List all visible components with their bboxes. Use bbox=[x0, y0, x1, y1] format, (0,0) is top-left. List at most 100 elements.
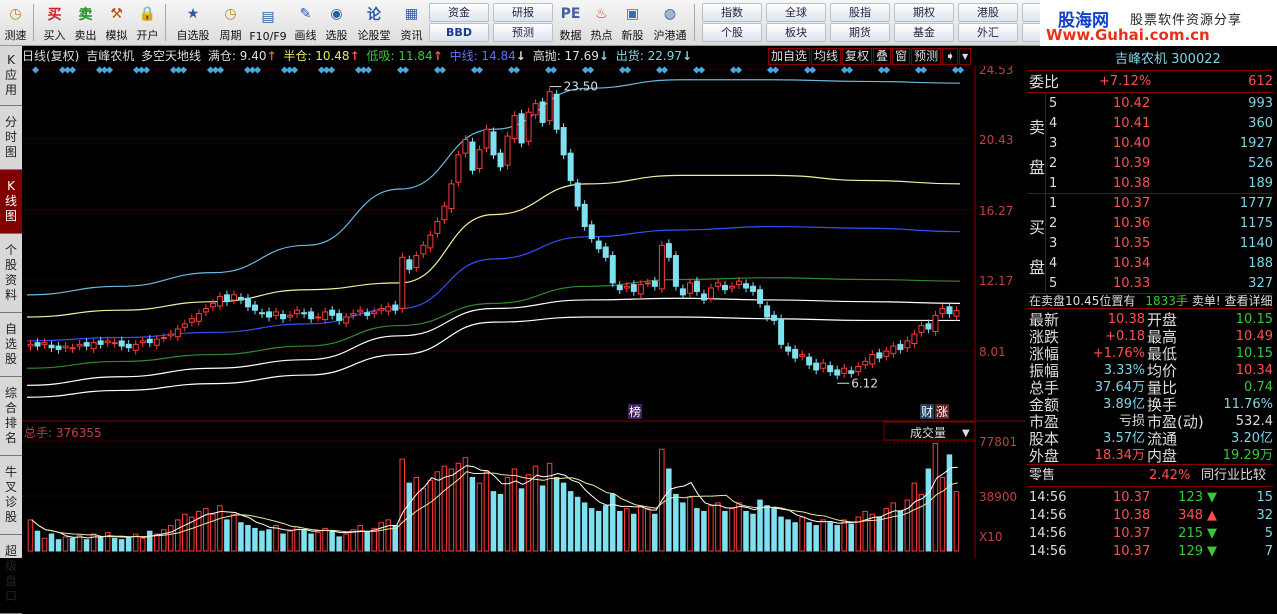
indicator-line-5 bbox=[26, 316, 960, 398]
candle bbox=[567, 148, 574, 185]
volume-bar bbox=[476, 482, 483, 552]
candle bbox=[757, 285, 764, 308]
volume-bar bbox=[287, 530, 293, 552]
toolbar-small-button[interactable]: 资金 bbox=[429, 2, 489, 22]
toolbar-button-11[interactable]: ▦ 资讯 bbox=[396, 0, 427, 45]
candle bbox=[665, 239, 672, 262]
chart-button-6[interactable]: ➧ bbox=[942, 48, 959, 65]
sidebar-tab-4[interactable]: 自选股 bbox=[0, 313, 22, 377]
volume-bar bbox=[673, 493, 679, 552]
chart-button-1[interactable]: 均线 bbox=[811, 48, 842, 65]
market-button[interactable]: 期货 bbox=[830, 23, 890, 43]
market-button[interactable]: 全球 bbox=[766, 2, 826, 22]
total-volume-label: 总手: 376355 bbox=[24, 426, 102, 440]
toolbar-small-button[interactable]: BBD bbox=[429, 23, 489, 43]
toolbar-button-0[interactable]: ◷ 测速 bbox=[0, 0, 31, 45]
arrow-down-icon: ↓ bbox=[515, 49, 526, 63]
exit-line: 出货: 22.97↓ bbox=[616, 49, 692, 63]
candle bbox=[932, 311, 939, 336]
arrow-up-icon: ↑ bbox=[432, 49, 443, 63]
chart-button-0[interactable]: 加自选 bbox=[768, 48, 811, 65]
toolbar-button-6[interactable]: ◷ 周期 bbox=[215, 0, 246, 45]
candle bbox=[441, 201, 448, 224]
candle bbox=[76, 340, 83, 351]
candle bbox=[729, 282, 736, 293]
toolbar-button-b0[interactable]: PE 数据 bbox=[555, 0, 586, 45]
sidebar-tab-5[interactable]: 综合排名 bbox=[0, 377, 22, 456]
sidebar-tab-7[interactable]: 超级盘口 bbox=[0, 535, 22, 614]
sidebar-tab-1[interactable]: 分时图 bbox=[0, 106, 22, 170]
toolbar-button-b3[interactable]: ◍ 沪港通 bbox=[648, 0, 692, 45]
toolbar-button-9[interactable]: ◉ 选股 bbox=[321, 0, 352, 45]
toolbar-label: 沪港通 bbox=[653, 29, 687, 42]
toolbar-button-4[interactable]: 🔒 开户 bbox=[132, 0, 163, 45]
volume-bar bbox=[231, 513, 237, 552]
volume-bar bbox=[953, 491, 960, 552]
market-button[interactable]: 板块 bbox=[766, 23, 826, 43]
candle bbox=[721, 281, 728, 294]
stock-title: 吉峰农机 300022 bbox=[1115, 52, 1221, 67]
volume-bar bbox=[125, 536, 132, 552]
sell-level-row-cell: 526 bbox=[1248, 156, 1273, 171]
toolbar-button-2[interactable]: 卖卖出 bbox=[70, 0, 101, 45]
sidebar-tab-0[interactable]: K应用 bbox=[0, 46, 22, 106]
candle bbox=[792, 345, 799, 363]
candle bbox=[883, 346, 890, 361]
candle bbox=[672, 251, 679, 291]
candle bbox=[413, 251, 420, 272]
chart-button-2[interactable]: 复权 bbox=[842, 48, 873, 65]
notice-link[interactable]: 卖单! 查看详细 bbox=[1192, 294, 1273, 308]
toolbar-button-b1[interactable]: ♨ 热点 bbox=[586, 0, 617, 45]
buy-level-row-cell: 1175 bbox=[1239, 216, 1273, 231]
sell-level-row-cell: 10.38 bbox=[1113, 176, 1151, 191]
toolbar-button-5[interactable]: ★ 自选股 bbox=[171, 0, 215, 45]
sidebar: K应用 分时图 K线图 个股资料 自选股 综合排名 牛叉诊股超级盘口 bbox=[0, 46, 22, 614]
indicator-line-2 bbox=[26, 225, 961, 342]
buy-level-row-cell: 5 bbox=[1049, 276, 1058, 291]
market-button[interactable]: 港股 bbox=[958, 2, 1018, 22]
toolbar-button-1[interactable]: 买买入 bbox=[39, 0, 70, 45]
signal-diamond bbox=[133, 66, 141, 74]
sidebar-tab-2[interactable]: K线图 bbox=[0, 170, 22, 234]
buy-level-row-cell: 2 bbox=[1049, 216, 1058, 231]
toolbar-button-3[interactable]: ⚒ 模拟 bbox=[101, 0, 132, 45]
market-button[interactable]: 个股 bbox=[702, 23, 762, 43]
kline-chart[interactable]: 24.53 20.43 16.27 12.17 8.01 23.50 6.12 榜 财涨成交量 ▼… bbox=[22, 66, 1025, 558]
toolbar-button-7[interactable]: ▤ F10/F9 bbox=[246, 0, 290, 45]
stat-row-cell: 外盘 bbox=[1029, 447, 1060, 465]
large-order-notice[interactable]: 在卖盘10.45位置有 1833手 卖单! 查看详细 bbox=[1029, 292, 1273, 309]
toolbar-button-8[interactable]: ✎ 画线 bbox=[290, 0, 321, 45]
candle bbox=[406, 255, 413, 274]
candle bbox=[455, 150, 462, 187]
toolbar-button-10[interactable]: 论论股堂 bbox=[352, 0, 396, 45]
toolbar-small-button[interactable]: 预测 bbox=[493, 23, 553, 43]
market-button[interactable]: 基金 bbox=[894, 23, 954, 43]
market-button[interactable]: 指数 bbox=[702, 2, 762, 22]
signal-diamond bbox=[730, 66, 738, 74]
chart-button-3[interactable]: 叠 bbox=[873, 48, 892, 65]
sidebar-tab-6[interactable]: 牛叉诊股 bbox=[0, 456, 22, 535]
market-button[interactable]: 外汇 bbox=[958, 23, 1018, 43]
volume-bar bbox=[799, 516, 805, 552]
chevron-down-icon[interactable]: ▼ bbox=[962, 428, 970, 439]
tick-row-cell: 215 bbox=[1178, 526, 1203, 541]
toolbar-button-b2[interactable]: ▣ 新股 bbox=[617, 0, 648, 45]
candle bbox=[785, 342, 792, 356]
candle bbox=[399, 253, 406, 313]
signal-diamond bbox=[32, 66, 40, 74]
candle bbox=[553, 89, 560, 134]
chart-button-5[interactable]: 预测 bbox=[911, 48, 942, 65]
sidebar-tab-3[interactable]: 个股资料 bbox=[0, 234, 22, 313]
buy-level-row-cell: 10.33 bbox=[1113, 276, 1151, 291]
sell-level-row-cell: 4 bbox=[1049, 116, 1058, 131]
forum-icon: 论 bbox=[367, 7, 381, 23]
sidebar-tab-label: 超级盘口 bbox=[4, 544, 17, 603]
market-button[interactable]: 期权 bbox=[894, 2, 954, 22]
toolbar-small-button[interactable]: 研报 bbox=[493, 2, 553, 22]
chart-button-7[interactable]: ▾ bbox=[959, 48, 972, 65]
market-button[interactable]: 股指 bbox=[830, 2, 890, 22]
chart-button-4[interactable]: 窗 bbox=[892, 48, 911, 65]
tick-row-cell: 123 bbox=[1178, 490, 1203, 505]
volume-bar bbox=[427, 479, 434, 552]
gavel-icon: ⚒ bbox=[110, 6, 123, 22]
